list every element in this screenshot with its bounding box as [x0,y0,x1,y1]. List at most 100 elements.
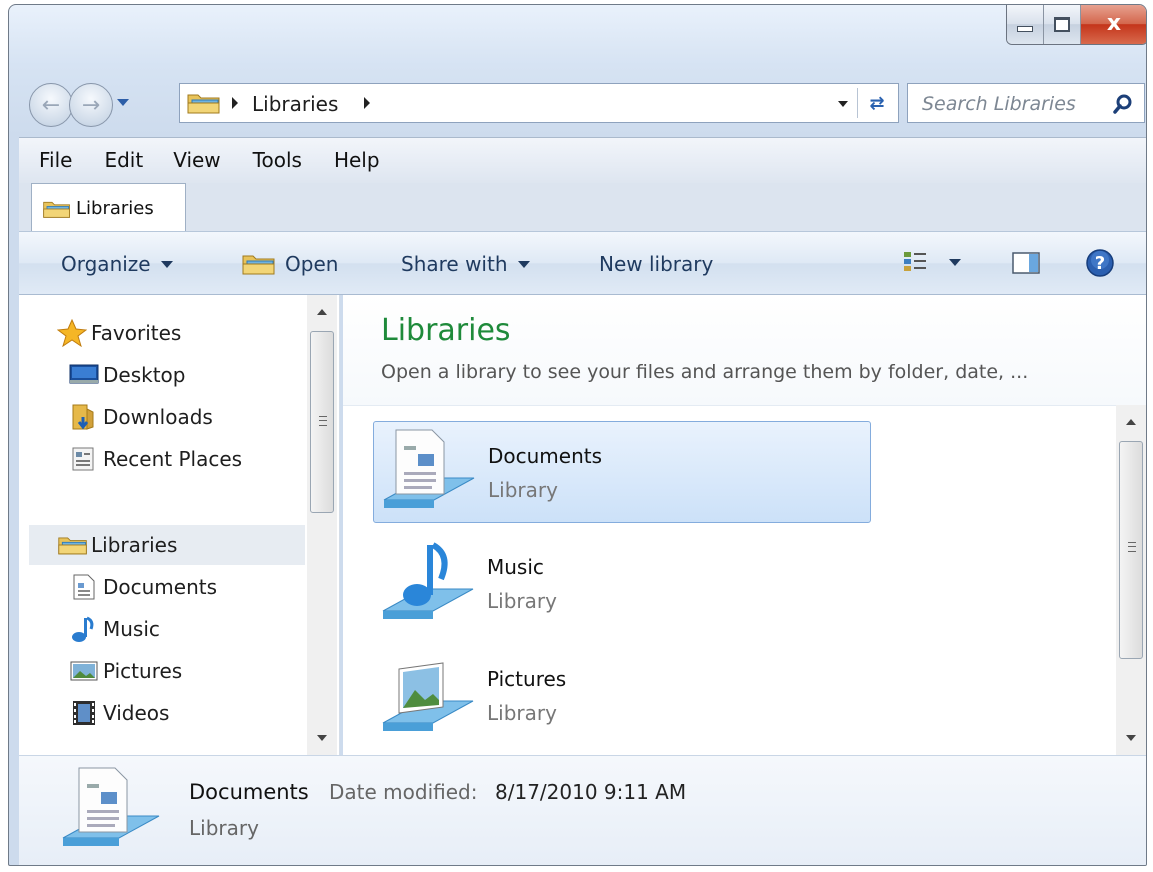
pictures-icon [70,661,98,681]
nav-downloads[interactable]: Downloads [69,399,213,435]
scroll-down-icon[interactable] [1126,735,1136,741]
grip-icon [1128,542,1136,552]
pictures-library-icon [382,662,474,731]
search-icon[interactable] [1112,93,1134,115]
breadcrumb-libraries[interactable]: Libraries [252,92,338,116]
menu-tools[interactable]: Tools [253,148,302,172]
menu-file[interactable]: File [39,148,72,172]
address-history-dropdown[interactable] [838,101,848,107]
change-view-button[interactable] [903,250,961,274]
address-divider [857,88,858,118]
library-type: Library [487,701,557,725]
nav-music[interactable]: Music [69,611,160,647]
open-button[interactable]: Open [241,252,338,276]
library-item-pictures[interactable]: Pictures Library [373,645,871,747]
refresh-icon: ⇄ [869,92,885,114]
forward-button[interactable]: → [69,83,113,127]
details-date-value: 8/17/2010 9:11 AM [495,780,687,804]
library-type: Library [488,478,558,502]
scroll-up-icon[interactable] [317,309,327,315]
menu-help[interactable]: Help [334,148,380,172]
nav-scroll-thumb[interactable] [310,331,334,513]
documents-library-icon [62,767,160,846]
scroll-down-icon[interactable] [317,735,327,741]
minimize-button[interactable] [1007,5,1044,44]
help-button[interactable]: ? [1085,248,1115,278]
chevron-down-icon [517,260,530,268]
nav-favorites[interactable]: Favorites [57,315,181,351]
library-name: Pictures [487,667,567,691]
library-name: Documents [488,444,603,468]
navigation-pane: Favorites Desktop Downloads Recent Place… [19,295,340,755]
documents-icon [73,574,95,600]
nav-recent-places[interactable]: Recent Places [69,441,242,477]
libraries-header: Libraries Open a library to see your fil… [343,295,1146,406]
tab-label: Libraries [76,198,154,219]
window-controls: x [1006,5,1146,45]
content-scrollbar[interactable] [1116,405,1146,755]
music-library-icon [382,542,474,619]
videos-icon [73,701,95,725]
details-item-type: Library [189,816,259,840]
nav-libraries-label: Libraries [91,533,178,557]
open-label: Open [285,252,339,276]
address-bar[interactable]: Libraries ⇄ [179,83,899,123]
details-pane: Documents Date modified: 8/17/2010 9:11 … [19,755,1146,865]
nav-libraries[interactable]: Libraries [57,527,177,563]
breadcrumb-separator-icon[interactable] [232,97,238,109]
new-library-button[interactable]: New library [599,252,713,276]
maximize-button[interactable] [1044,5,1081,44]
recent-pages-dropdown[interactable] [117,99,129,106]
nav-documents[interactable]: Documents [69,569,217,605]
star-icon [57,319,87,347]
navigation-row: ← → Libraries ⇄ Search Libraries [27,79,1145,129]
scroll-up-icon[interactable] [1126,419,1136,425]
search-box[interactable]: Search Libraries [907,83,1145,123]
maximize-icon [1054,16,1070,32]
arrow-left-icon: ← [41,92,61,118]
nav-documents-label: Documents [103,575,218,599]
page-subtitle: Open a library to see your files and arr… [381,361,1029,383]
breadcrumb-expand-icon[interactable] [364,97,370,109]
preview-pane-icon [1012,252,1040,274]
chevron-down-icon [949,258,961,266]
share-with-button[interactable]: Share with [401,252,530,276]
libraries-folder-icon [43,201,70,218]
libraries-folder-icon [58,537,87,555]
organize-label: Organize [61,252,151,276]
nav-desktop[interactable]: Desktop [69,357,185,393]
search-input[interactable]: Search Libraries [922,93,1076,115]
grip-icon [319,416,327,426]
downloads-folder-icon [72,404,94,430]
nav-desktop-label: Desktop [103,363,186,387]
libraries-folder-icon [187,94,220,114]
organize-button[interactable]: Organize [61,252,173,276]
menu-edit[interactable]: Edit [104,148,143,172]
command-bar: Organize Open Share with New library ? [19,231,1146,295]
library-item-documents[interactable]: Documents Library [373,421,871,523]
svg-text:?: ? [1095,253,1105,274]
nav-videos[interactable]: Videos [69,695,169,731]
menu-view[interactable]: View [173,148,220,172]
nav-pictures[interactable]: Pictures [69,653,182,689]
menu-bar: File Edit View Tools Help [19,137,1146,188]
library-item-music[interactable]: Music Library [373,533,871,635]
arrow-right-icon: → [81,92,101,118]
close-icon: x [1106,11,1122,36]
preview-pane-button[interactable] [1011,251,1041,275]
details-item-name: Documents [189,780,309,804]
nav-favorites-label: Favorites [91,321,182,345]
help-icon: ? [1086,249,1114,277]
nav-videos-label: Videos [103,701,170,725]
views-icon [904,252,926,271]
minimize-icon [1017,26,1033,32]
refresh-button[interactable]: ⇄ [862,90,892,116]
recent-places-icon [72,447,94,471]
tab-libraries[interactable]: Libraries [31,183,186,231]
nav-music-label: Music [103,617,160,641]
close-button[interactable]: x [1081,5,1146,44]
new-library-label: New library [599,252,714,276]
back-button[interactable]: ← [29,83,73,127]
content-scroll-thumb[interactable] [1119,441,1143,659]
nav-scrollbar[interactable] [307,295,337,755]
